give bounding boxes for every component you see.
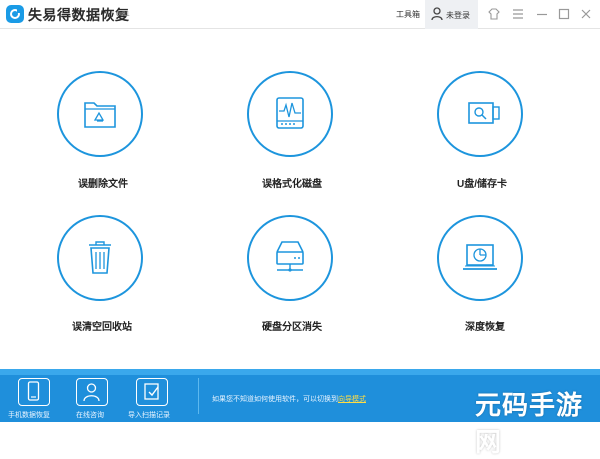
feature-label-recycle-bin: 误清空回收站: [72, 322, 132, 333]
feature-usb-card-button[interactable]: [437, 71, 523, 157]
app-version: 6.81: [116, 11, 130, 18]
toolbox-button[interactable]: 工具箱: [396, 9, 420, 20]
feature-label-usb-card: U盘/储存卡: [457, 179, 507, 190]
menu-icon[interactable]: [510, 6, 526, 22]
feature-label-deep-recovery: 深度恢复: [465, 322, 505, 333]
import-record-icon: [144, 383, 159, 400]
minimize-icon[interactable]: [534, 6, 550, 22]
footer-divider: [198, 378, 199, 414]
laptop-scan-icon: [463, 244, 497, 270]
online-consult-label: 在线咨询: [76, 412, 104, 419]
maximize-icon[interactable]: [556, 6, 572, 22]
feature-label-deleted-files: 误删除文件: [78, 179, 128, 190]
import-scan-record-label: 导入扫描记录: [128, 412, 170, 419]
trash-bin-icon: [89, 241, 111, 274]
footer-tip-text: 如果您不知道如何使用软件，可以切换到: [212, 396, 338, 403]
watermark-text: 元码手游网: [475, 390, 584, 457]
app-title: 失易得数据恢复: [28, 7, 130, 23]
wizard-mode-link[interactable]: 向导模式: [338, 396, 366, 403]
feature-deleted-files-button[interactable]: [57, 71, 143, 157]
skin-icon[interactable]: [486, 6, 502, 22]
folder-recycle-icon: [84, 102, 116, 128]
footer-highlight: [0, 369, 600, 375]
feature-label-formatted-disk: 误格式化磁盘: [262, 179, 322, 190]
phone-recovery-button[interactable]: [18, 378, 50, 406]
feature-deep-recovery-button[interactable]: [437, 215, 523, 301]
disk-pulse-icon: [276, 97, 304, 129]
phone-recovery-label: 手机数据恢复: [8, 412, 50, 419]
phone-icon: [27, 381, 40, 401]
online-consult-button[interactable]: [76, 378, 108, 406]
title-bar: 失易得数据恢复 6.81 工具箱 未登录: [0, 0, 600, 29]
user-login-button[interactable]: 未登录: [425, 0, 478, 29]
feature-recycle-bin-button[interactable]: [57, 215, 143, 301]
hard-drive-network-icon: [276, 241, 304, 272]
close-icon[interactable]: [578, 6, 594, 22]
feature-lost-partition-button[interactable]: [247, 215, 333, 301]
feature-label-lost-partition: 硬盘分区消失: [262, 322, 322, 333]
usb-drive-icon: [468, 102, 500, 124]
user-status-label: 未登录: [446, 11, 470, 20]
import-scan-record-button[interactable]: [136, 378, 168, 406]
app-logo-icon: [6, 5, 24, 23]
feature-formatted-disk-button[interactable]: [247, 71, 333, 157]
user-icon: [431, 7, 443, 21]
footer-tip: 如果您不知道如何使用软件，可以切换到向导模式: [212, 394, 366, 404]
support-agent-icon: [83, 383, 100, 402]
